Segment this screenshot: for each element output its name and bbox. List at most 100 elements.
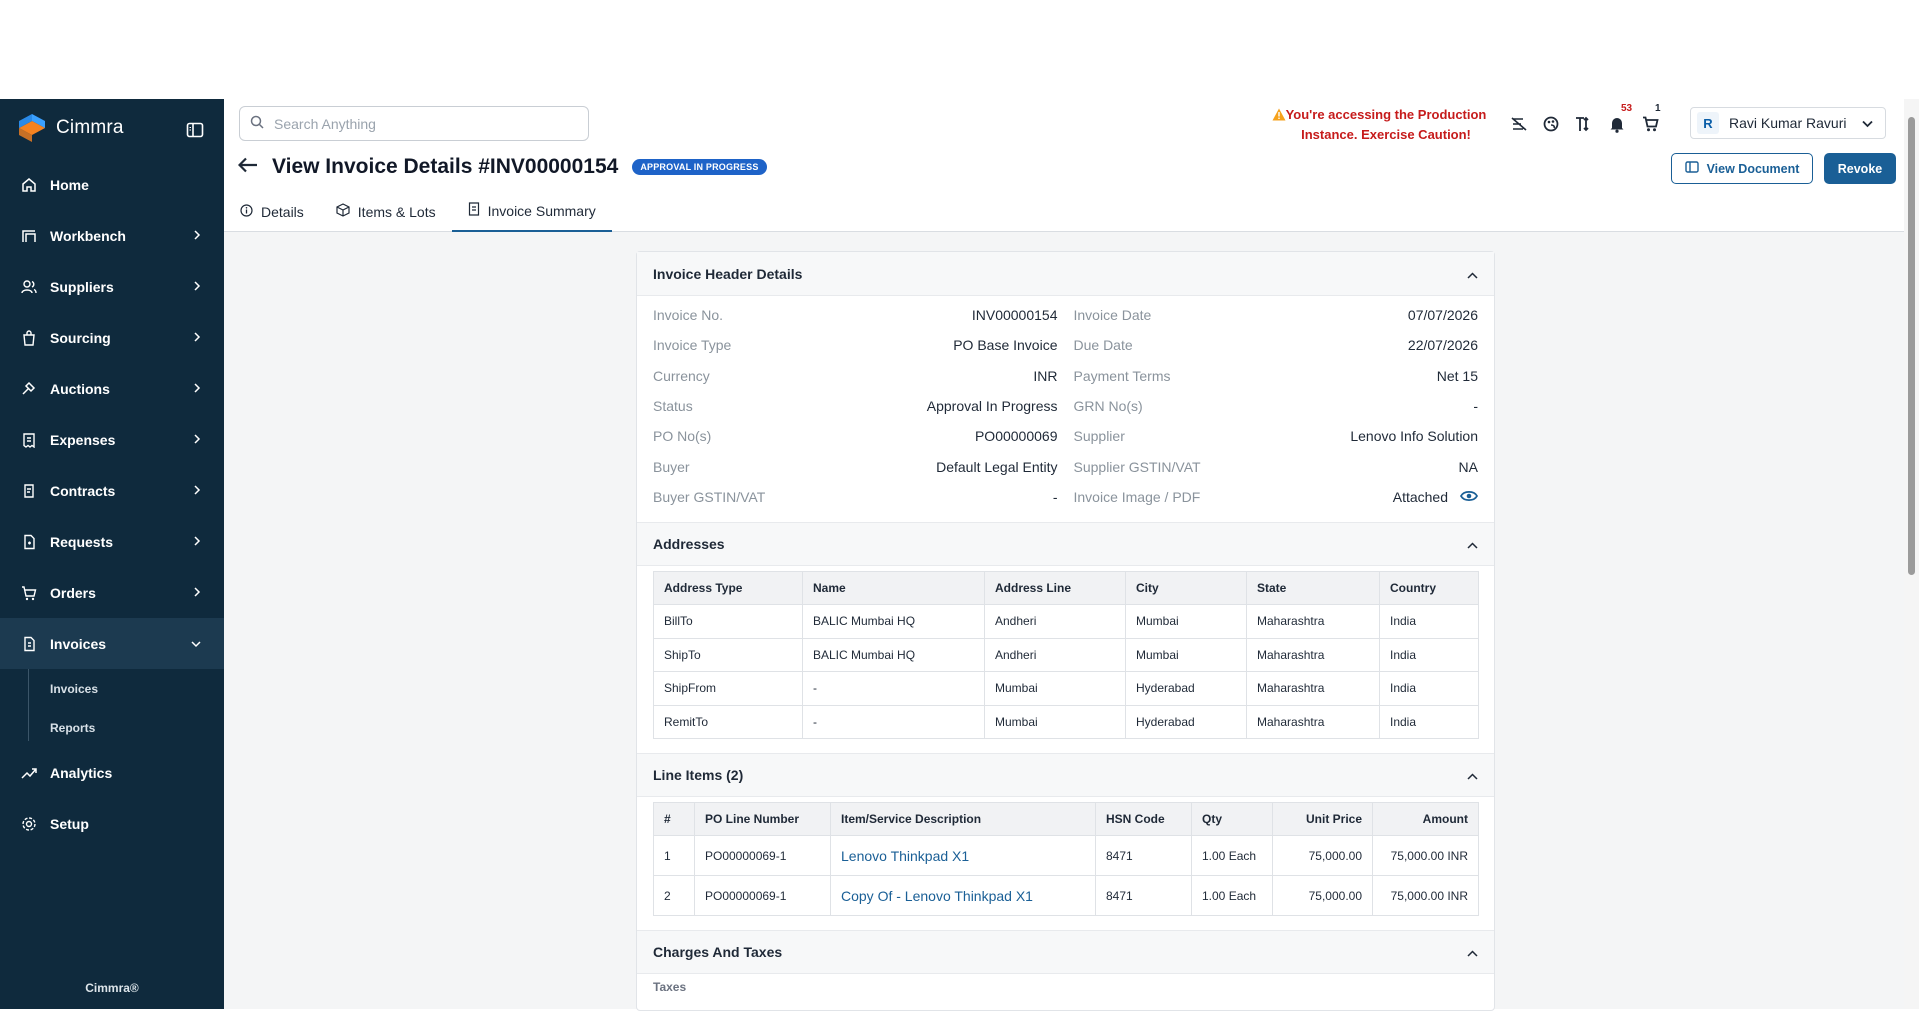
table-cell: Andheri — [984, 637, 1126, 673]
table-cell: 2 — [653, 875, 695, 917]
column-header: City — [1125, 571, 1247, 606]
sidebar-item-requests[interactable]: Requests — [0, 516, 224, 567]
bell-icon[interactable] — [1608, 115, 1626, 133]
sidebar-item-orders[interactable]: Orders — [0, 567, 224, 618]
notification-count: 53 — [1621, 103, 1633, 114]
table-cell: 8471 — [1095, 835, 1192, 877]
field-value: Default Legal Entity — [936, 458, 1058, 475]
column-header: Address Type — [653, 571, 803, 606]
table-cell: 75,000.00 INR — [1372, 835, 1479, 877]
status-badge: APPROVAL IN PROGRESS — [632, 159, 767, 175]
column-header: Amount — [1372, 802, 1479, 837]
sidebar-item-analytics[interactable]: Analytics — [0, 747, 224, 798]
sidebar-item-auctions[interactable]: Auctions — [0, 363, 224, 414]
item-link[interactable]: Copy Of - Lenovo Thinkpad X1 — [841, 888, 1033, 904]
scrollbar[interactable] — [1904, 99, 1919, 1009]
sidebar-subitem-reports[interactable]: Reports — [0, 708, 224, 747]
section-header-line-items[interactable]: Line Items (2) — [637, 753, 1494, 798]
field-label: Buyer GSTIN/VAT — [653, 488, 766, 505]
sidebar-item-setup[interactable]: Setup — [0, 798, 224, 849]
tab-label: Invoice Summary — [487, 202, 596, 219]
sidebar-item-expenses[interactable]: Expenses — [0, 414, 224, 465]
table-row: RemitTo - Mumbai Hyderabad Maharashtra India — [653, 704, 1479, 740]
field-label: Payment Terms — [1073, 367, 1171, 384]
sidebar-item-label: Suppliers — [50, 278, 114, 295]
cart-icon[interactable] — [1641, 115, 1659, 133]
field-value: 07/07/2026 — [1407, 307, 1478, 324]
sidebar-item-label: Orders — [50, 584, 96, 601]
field-label: GRN No(s) — [1073, 398, 1143, 415]
sidebar-item-contracts[interactable]: Contracts — [0, 465, 224, 516]
view-document-button[interactable]: View Document — [1671, 153, 1813, 184]
field-label: Invoice No. — [653, 307, 724, 324]
receipt-icon — [20, 431, 38, 449]
table-cell: - — [802, 704, 985, 740]
sidebar-item-suppliers[interactable]: Suppliers — [0, 261, 224, 312]
table-cell: BALIC Mumbai HQ — [802, 637, 985, 673]
field-label: Invoice Date — [1073, 307, 1152, 324]
sidebar-item-invoices[interactable]: Invoices — [0, 618, 224, 669]
tab-items-lots[interactable]: Items & Lots — [320, 191, 452, 232]
section-header-addresses[interactable]: Addresses — [637, 522, 1494, 567]
table-cell: India — [1379, 671, 1479, 706]
user-menu[interactable]: R Ravi Kumar Ravuri — [1690, 107, 1886, 139]
chevron-up-icon[interactable] — [1467, 266, 1478, 282]
chevron-up-icon[interactable] — [1467, 536, 1478, 552]
table-cell: - — [802, 671, 985, 706]
chevron-up-icon[interactable] — [1467, 944, 1478, 960]
table-cell: 1.00 Each — [1191, 875, 1273, 917]
search-input[interactable]: Search Anything — [239, 106, 589, 141]
cimmra-logo-icon — [19, 114, 45, 142]
sidebar-item-workbench[interactable]: Workbench — [0, 210, 224, 261]
field-value: INV00000154 — [971, 307, 1058, 324]
table-cell: India — [1379, 704, 1479, 740]
column-header: HSN Code — [1095, 802, 1192, 837]
top-blank-area — [0, 0, 1919, 99]
table-row: 2 PO00000069-1 Copy Of - Lenovo Thinkpad… — [653, 875, 1479, 917]
field-value: Net 15 — [1436, 367, 1478, 384]
table-cell: Copy Of - Lenovo Thinkpad X1 — [830, 875, 1096, 917]
sidebar-item-label: Home — [50, 176, 89, 193]
scrollbar-thumb[interactable] — [1908, 117, 1915, 575]
chevron-up-icon[interactable] — [1467, 767, 1478, 783]
tab-label: Items & Lots — [357, 203, 436, 220]
no-translate-icon[interactable] — [1510, 115, 1528, 133]
sidebar-item-sourcing[interactable]: Sourcing — [0, 312, 224, 363]
field-row: Invoice Date 07/07/2026 — [1074, 300, 1479, 330]
tab-details[interactable]: Details — [224, 191, 320, 232]
sidebar-subitem-invoices[interactable]: Invoices — [0, 669, 224, 708]
tab-invoice-summary[interactable]: Invoice Summary — [451, 191, 612, 232]
sidebar-item-label: Contracts — [50, 482, 116, 499]
table-row: ShipFrom - Mumbai Hyderabad Maharashtra India — [653, 671, 1479, 706]
field-row: Buyer Default Legal Entity — [653, 451, 1058, 481]
warning-line-1: You're accessing the Production — [1285, 107, 1487, 122]
field-label: Supplier GSTIN/VAT — [1073, 458, 1201, 475]
page-title: View Invoice Details #INV00000154 — [272, 155, 619, 178]
palette-icon[interactable] — [1542, 115, 1560, 133]
table-row: 1 PO00000069-1 Lenovo Thinkpad X1 8471 1… — [653, 835, 1479, 877]
search-placeholder: Search Anything — [274, 115, 376, 132]
text-size-icon[interactable] — [1575, 115, 1593, 133]
back-arrow-icon[interactable] — [237, 157, 258, 178]
app-logo[interactable]: Cimmra — [18, 113, 124, 143]
sidebar-item-home[interactable]: Home — [0, 159, 224, 210]
field-row: Supplier GSTIN/VAT NA — [1074, 451, 1479, 481]
table-cell: ShipFrom — [653, 671, 803, 706]
users-icon — [20, 278, 38, 296]
field-row: Invoice Image / PDF Attached — [1074, 482, 1479, 512]
field-value: - — [1473, 398, 1478, 415]
section-header-invoice-details[interactable]: Invoice Header Details — [637, 252, 1494, 296]
field-row: PO No(s) PO00000069 — [653, 421, 1058, 451]
section-header-charges-taxes[interactable]: Charges And Taxes — [637, 930, 1494, 975]
sidebar-item-label: Setup — [50, 815, 89, 832]
chevron-down-icon — [190, 636, 202, 652]
table-cell: India — [1379, 604, 1479, 639]
content-area: Invoice Header Details Invoice No. INV000… — [224, 232, 1904, 1011]
item-link[interactable]: Lenovo Thinkpad X1 — [841, 848, 969, 864]
table-cell: Maharashtra — [1246, 604, 1380, 639]
table-cell: Mumbai — [984, 671, 1126, 706]
eye-icon[interactable] — [1459, 489, 1479, 505]
revoke-button[interactable]: Revoke — [1824, 153, 1896, 184]
production-warning: You're accessing the Production Instance… — [1270, 105, 1502, 145]
sidebar-toggle-icon[interactable] — [186, 121, 206, 141]
